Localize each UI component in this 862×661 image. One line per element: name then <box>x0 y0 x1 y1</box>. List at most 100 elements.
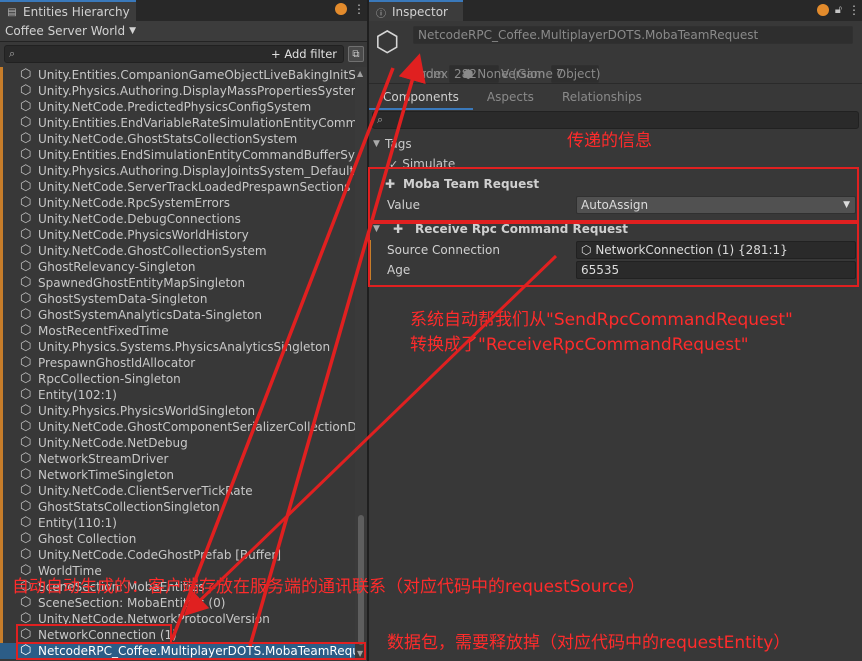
annotation-convert-line1: 系统自动帮我们从"SendRpcCommandRequest" <box>410 310 793 330</box>
component-header[interactable]: ✚ Moba Team Request <box>369 174 862 194</box>
lock-icon[interactable]: 🔓︎ <box>835 3 842 17</box>
list-item[interactable]: ⬡ Unity.NetCode.PredictedPhysicsConfigSys… <box>0 99 355 115</box>
list-item[interactable]: ⬡ Unity.NetCode.ClientServerTickRate <box>0 483 355 499</box>
list-item[interactable]: ⬡ Unity.NetCode.ServerTrackLoadedPrespawn… <box>0 179 355 195</box>
list-item[interactable]: ⬡ Entity(110:1) <box>0 515 355 531</box>
entity-hexagon-icon: ⬡ <box>20 211 32 226</box>
list-item-label: Unity.NetCode.RpcSystemErrors <box>38 196 231 210</box>
more-options-icon[interactable]: ⋮ <box>848 4 860 16</box>
field-label: Value <box>387 198 420 212</box>
list-item-label: GhostRelevancy-Singleton <box>38 260 196 274</box>
dropdown-value: AutoAssign <box>581 198 649 212</box>
status-dot-icon[interactable] <box>335 3 347 15</box>
gameobject-icon: ⬢ <box>463 67 478 81</box>
entity-hexagon-icon: ⬡ <box>20 643 32 658</box>
inspector-tabbar: ⓘ Inspector 🔓︎ ⋮ <box>369 0 862 21</box>
scroll-down-icon[interactable]: ▼ <box>357 649 363 658</box>
list-item[interactable]: ⬡ RpcCollection-Singleton <box>0 371 355 387</box>
list-item[interactable]: ⬡ Unity.NetCode.RpcSystemErrors <box>0 195 355 211</box>
list-item[interactable]: ⬡ Unity.NetCode.DebugConnections <box>0 211 355 227</box>
annotation-info: 传递的信息 <box>567 131 652 151</box>
hierarchy-scrollbar[interactable]: ▲ ▼ <box>355 67 367 661</box>
list-item-label: Unity.NetCode.ClientServerTickRate <box>38 484 253 498</box>
entity-hexagon-icon: ⬡ <box>20 243 32 258</box>
list-item-label: Unity.NetCode.NetDebug <box>38 436 188 450</box>
tab-relationships[interactable]: Relationships <box>548 84 656 110</box>
status-dot-icon[interactable] <box>816 4 829 16</box>
list-item[interactable]: ⬡ Unity.NetCode.PhysicsWorldHistory <box>0 227 355 243</box>
list-item[interactable]: ⬡ NetcodeRPC_Coffee.MultiplayerDOTS.MobaT… <box>0 643 355 659</box>
list-item-label: Entity(102:1) <box>38 388 117 402</box>
entity-hexagon-icon: ⬡ <box>20 419 32 434</box>
entity-hexagon-icon: ⬡ <box>20 627 32 642</box>
tab-components[interactable]: Components <box>369 84 473 110</box>
hierarchy-search-bar: ⌕ + Add filter ⧉ <box>0 42 367 66</box>
component-receive-rpc-command-request: ▼ ✚ Receive Rpc Command Request Source C… <box>369 219 862 280</box>
entity-hexagon-icon: ⬡ <box>581 243 592 257</box>
list-item[interactable]: ⬡ Entity(102:1) <box>0 387 355 403</box>
list-item[interactable]: ⬡ Unity.Entities.EndSimulationEntityComma… <box>0 147 355 163</box>
list-item[interactable]: ⬡ Unity.Physics.Systems.PhysicsAnalyticsS… <box>0 339 355 355</box>
entity-hexagon-icon: ⬡ <box>20 339 32 354</box>
list-item[interactable]: ⬡ Unity.Physics.PhysicsWorldSingleton <box>0 403 355 419</box>
list-item[interactable]: ⬡ Unity.NetCode.NetDebug <box>0 435 355 451</box>
list-item[interactable]: ⬡ NetworkConnection (1) <box>0 627 355 643</box>
simulate-tag: ✓ Simulate <box>369 154 862 174</box>
list-item[interactable]: ⬡ Ghost Collection <box>0 531 355 547</box>
entity-hexagon-icon: ⬡ <box>20 195 32 210</box>
list-item-label: GhostSystemData-Singleton <box>38 292 208 306</box>
entity-hexagon-icon: ⬡ <box>20 371 32 386</box>
hierarchy-icon: ▤ <box>7 6 17 18</box>
list-item-label: NetworkConnection (1) <box>38 628 177 642</box>
list-item[interactable]: ⬡ NetworkTimeSingleton <box>0 467 355 483</box>
scroll-up-icon[interactable]: ▲ <box>357 69 363 78</box>
entity-name-field: NetcodeRPC_Coffee.MultiplayerDOTS.MobaTe… <box>413 26 853 44</box>
annotation-connection-note: 自动自动生成的：客户端存放在服务端的通讯联系（对应代码中的requestSour… <box>12 577 646 597</box>
filter-toggle-icon[interactable]: ⧉ <box>348 46 364 62</box>
list-item[interactable]: ⬡ GhostSystemData-Singleton <box>0 291 355 307</box>
more-options-icon[interactable]: ⋮ <box>353 3 365 15</box>
list-item[interactable]: ⬡ PrespawnGhostIdAllocator <box>0 355 355 371</box>
list-item-label: GhostStatsCollectionSingleton <box>38 500 220 514</box>
hierarchy-tab-tools: ⋮ <box>335 3 365 15</box>
team-value-dropdown[interactable]: AutoAssign ▼ <box>576 196 856 214</box>
entity-list: ⬡ Unity.Entities.CompanionGameObjectLiveB… <box>0 67 355 661</box>
list-item[interactable]: ⬡ GhostRelevancy-Singleton <box>0 259 355 275</box>
component-header[interactable]: ▼ ✚ Receive Rpc Command Request <box>369 219 862 239</box>
tab-entities-hierarchy[interactable]: ▤ Entities Hierarchy <box>0 0 136 21</box>
puzzle-icon: ✚ <box>393 222 404 236</box>
list-item-label: NetworkStreamDriver <box>38 452 169 466</box>
entity-hexagon-icon: ⬡ <box>20 115 32 130</box>
age-value[interactable]: 65535 <box>576 261 856 279</box>
list-item-label: SpawnedGhostEntityMapSingleton <box>38 276 246 290</box>
list-item[interactable]: ⬡ Unity.NetCode.GhostComponentSerializerC… <box>0 419 355 435</box>
hierarchy-search-input[interactable]: ⌕ + Add filter <box>4 45 344 63</box>
entity-hexagon-icon: ⬡ <box>20 355 32 370</box>
tab-aspects[interactable]: Aspects <box>473 84 548 110</box>
list-item[interactable]: ⬡ Unity.Entities.CompanionGameObjectLiveB… <box>0 67 355 83</box>
component-search-input[interactable]: ⌕ <box>372 111 859 129</box>
list-item[interactable]: ⬡ MostRecentFixedTime <box>0 323 355 339</box>
source-connection-value[interactable]: ⬡ NetworkConnection (1) {281:1} <box>576 241 856 259</box>
list-item[interactable]: ⬡ SpawnedGhostEntityMapSingleton <box>0 275 355 291</box>
list-item[interactable]: ⬡ Unity.NetCode.GhostCollectionSystem <box>0 243 355 259</box>
world-selector[interactable]: Coffee Server World ▼ <box>0 21 367 42</box>
list-item[interactable]: ⬡ GhostStatsCollectionSingleton <box>0 499 355 515</box>
list-item-label: MostRecentFixedTime <box>38 324 169 338</box>
list-item[interactable]: ⬡ Unity.NetCode.NetworkProtocolVersion <box>0 611 355 627</box>
annotation-convert-line2: 转换成了"ReceiveRpcCommandRequest" <box>410 335 749 355</box>
entity-hexagon-icon: ⬡ <box>20 275 32 290</box>
list-item[interactable]: ⬡ Unity.NetCode.CodeGhostPrefab [Buffer] <box>0 547 355 563</box>
list-item[interactable]: ⬡ NetworkStreamDriver <box>0 451 355 467</box>
entity-hexagon-icon: ⬡ <box>20 531 32 546</box>
list-item[interactable]: ⬡ GhostSystemAnalyticsData-Singleton <box>0 307 355 323</box>
list-item[interactable]: ⬡ Unity.NetCode.GhostStatsCollectionSyste… <box>0 131 355 147</box>
list-item[interactable]: ⬡ Unity.Entities.EndVariableRateSimulatio… <box>0 115 355 131</box>
list-item-label: Ghost Collection <box>38 532 137 546</box>
add-filter-button[interactable]: + Add filter <box>271 47 337 61</box>
list-item[interactable]: ⬡ Unity.Physics.Authoring.DisplayJointsSy… <box>0 163 355 179</box>
list-item[interactable]: ⬡ Unity.Physics.Authoring.DisplayMassProp… <box>0 83 355 99</box>
tab-inspector[interactable]: ⓘ Inspector <box>369 0 463 21</box>
hierarchy-tabbar: ▤ Entities Hierarchy ⋮ <box>0 0 367 21</box>
hierarchy-tab-label: Entities Hierarchy <box>23 5 130 19</box>
